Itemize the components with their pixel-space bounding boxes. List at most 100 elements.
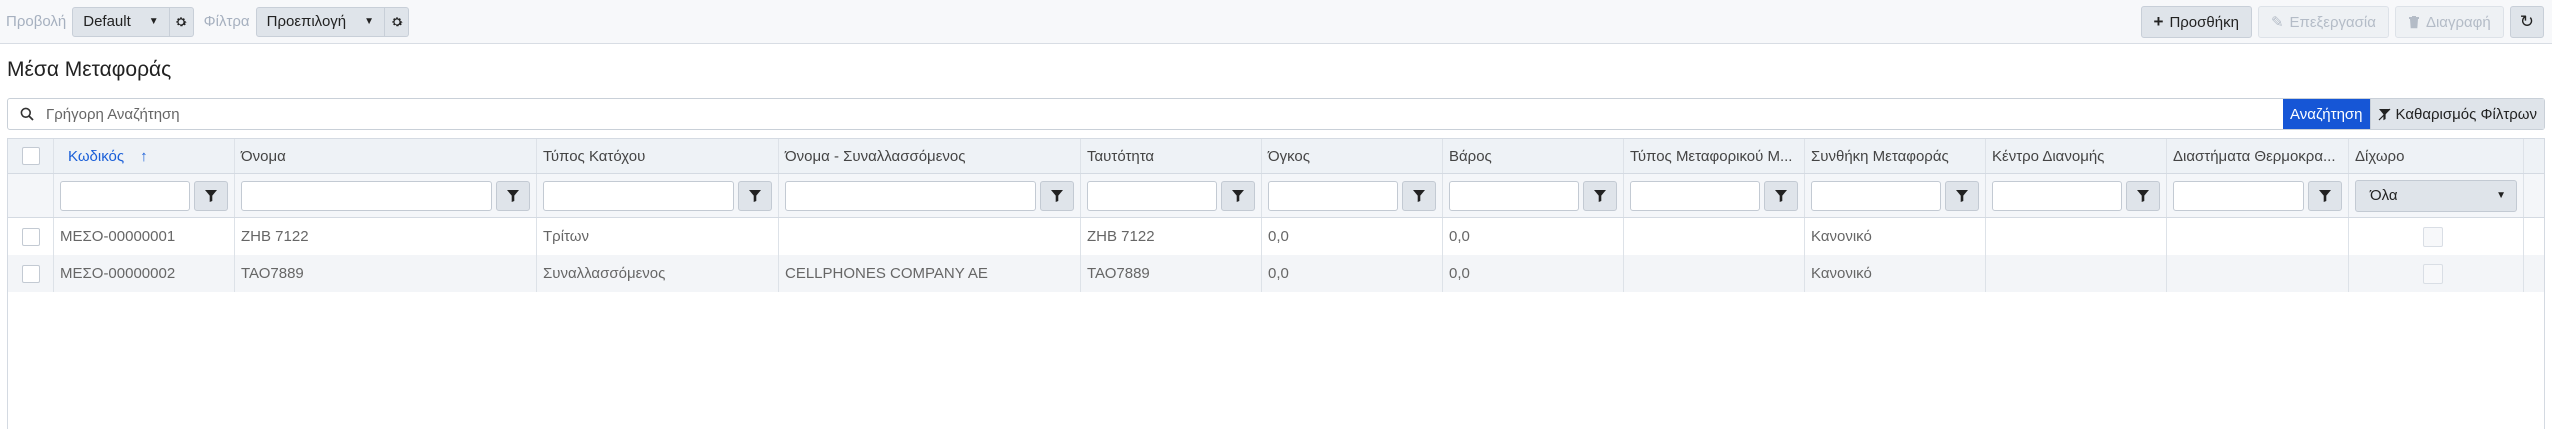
cell-name: ΖΗΒ 7122 [235, 218, 537, 255]
filter-select[interactable]: Προεπιλογή ▼ [255, 6, 386, 37]
cell-volume: 0,0 [1262, 255, 1443, 292]
filter-button-name[interactable] [496, 180, 530, 211]
filters-label: Φίλτρα [203, 13, 250, 30]
filter-button-volume[interactable] [1402, 180, 1436, 211]
column-header-owner-type[interactable]: Τύπος Κατόχου [537, 139, 779, 173]
funnel-icon [2319, 189, 2331, 202]
filter-input-identity[interactable] [1087, 180, 1217, 211]
column-header-temperature-ranges[interactable]: Διαστήματα Θερμοκρα... [2167, 139, 2349, 173]
filter-input-partner-name[interactable] [785, 180, 1036, 211]
filter-button-identity[interactable] [1221, 180, 1255, 211]
filter-button-partner-name[interactable] [1040, 180, 1074, 211]
select-all-cell [8, 139, 54, 173]
funnel-icon [1594, 189, 1606, 202]
filter-input-vehicle-type[interactable] [1630, 180, 1760, 211]
column-header-dixoro[interactable]: Δίχωρο [2349, 139, 2524, 173]
row-checkbox[interactable] [21, 227, 40, 246]
filter-input-name[interactable] [241, 180, 492, 211]
view-settings-button[interactable] [169, 6, 194, 37]
cell-weight: 0,0 [1443, 218, 1624, 255]
cell-partner-name: CELLPHONES COMPANY AE [779, 255, 1081, 292]
filter-settings-button[interactable] [385, 6, 410, 37]
filter-cell-weight [1443, 174, 1624, 217]
filter-select-dixoro[interactable]: Όλα ▼ [2355, 179, 2517, 212]
filter-cell-name [235, 174, 537, 217]
funnel-icon [205, 189, 217, 202]
filter-input-transport-condition[interactable] [1811, 180, 1941, 211]
quick-search-input[interactable] [46, 105, 2284, 123]
row-select-cell [8, 218, 54, 255]
funnel-icon [1956, 189, 1968, 202]
cell-distribution-center [1986, 255, 2167, 292]
filter-button-transport-condition[interactable] [1945, 180, 1979, 211]
cell-name: ΤΑΟ7889 [235, 255, 537, 292]
column-header-partner-name[interactable]: Όνομα - Συναλλασσόμενος [779, 139, 1081, 173]
cell-code: ΜΕΣΟ-00000002 [54, 255, 235, 292]
filter-input-code[interactable] [60, 180, 190, 211]
filter-input-distribution-center[interactable] [1992, 180, 2122, 211]
cell-dixoro [2349, 255, 2524, 292]
column-header-distribution-center[interactable]: Κέντρο Διανομής [1986, 139, 2167, 173]
dixoro-checkbox [2423, 226, 2443, 247]
filter-cell-empty [8, 174, 54, 217]
cell-vehicle-type [1624, 255, 1805, 292]
dixoro-checkbox [2423, 263, 2443, 284]
filter-input-temperature-ranges[interactable] [2173, 180, 2304, 211]
view-label: Προβολή [6, 13, 67, 30]
filter-cell-owner-type [537, 174, 779, 217]
filter-button-temperature-ranges[interactable] [2308, 180, 2342, 211]
clear-filters-button[interactable]: Καθαρισμός Φίλτρων [2369, 99, 2544, 129]
cell-identity: ΤΑΟ7889 [1081, 255, 1262, 292]
edit-button[interactable]: ✎ Επεξεργασία [2257, 6, 2389, 38]
row-checkbox[interactable] [21, 264, 40, 283]
filter-cell-partner-name [779, 174, 1081, 217]
column-header-code[interactable]: Κωδικός ↑ [54, 139, 235, 173]
column-header-name[interactable]: Όνομα [235, 139, 537, 173]
grid-header: Κωδικός ↑ Όνομα Τύπος Κατόχου Όνομα - Συ… [8, 139, 2544, 174]
cell-volume: 0,0 [1262, 218, 1443, 255]
filter-input-weight[interactable] [1449, 180, 1579, 211]
cell-owner-type: Τρίτων [537, 218, 779, 255]
column-header-weight[interactable]: Βάρος [1443, 139, 1624, 173]
view-select[interactable]: Default ▼ [72, 6, 170, 37]
funnel-icon [1232, 189, 1244, 202]
chevron-down-icon: ▼ [2496, 190, 2506, 201]
refresh-button[interactable]: ↻ [2509, 6, 2544, 38]
cell-owner-type: Συναλλασσόμενος [537, 255, 779, 292]
funnel-icon [749, 189, 761, 202]
column-header-transport-condition[interactable]: Συνθήκη Μεταφοράς [1805, 139, 1986, 173]
search-icon [8, 107, 46, 121]
filter-button-owner-type[interactable] [738, 180, 772, 211]
filter-input-owner-type[interactable] [543, 180, 734, 211]
column-header-volume[interactable]: Όγκος [1262, 139, 1443, 173]
transport-means-grid: Κωδικός ↑ Όνομα Τύπος Κατόχου Όνομα - Συ… [7, 138, 2545, 429]
add-button[interactable]: + Προσθήκη [2140, 6, 2252, 38]
filter-cell-distribution-center [1986, 174, 2167, 217]
cell-transport-condition: Κανονικό [1805, 218, 1986, 255]
cell-vehicle-type [1624, 218, 1805, 255]
quick-search-bar: Αναζήτηση Καθαρισμός Φίλτρων [7, 98, 2545, 130]
search-button[interactable]: Αναζήτηση [2283, 99, 2370, 129]
filter-button-distribution-center[interactable] [2126, 180, 2160, 211]
table-row[interactable]: ΜΕΣΟ-00000002 ΤΑΟ7889 Συναλλασσόμενος CE… [8, 255, 2544, 292]
column-header-vehicle-type[interactable]: Τύπος Μεταφορικού Μ... [1624, 139, 1805, 173]
column-header-identity[interactable]: Ταυτότητα [1081, 139, 1262, 173]
filter-input-volume[interactable] [1268, 180, 1398, 211]
funnel-icon [1051, 189, 1063, 202]
table-row[interactable]: ΜΕΣΟ-00000001 ΖΗΒ 7122 Τρίτων ΖΗΒ 7122 0… [8, 218, 2544, 255]
refresh-icon: ↻ [2519, 12, 2534, 31]
filter-cell-vehicle-type [1624, 174, 1805, 217]
filter-button-code[interactable] [194, 180, 228, 211]
cell-identity: ΖΗΒ 7122 [1081, 218, 1262, 255]
pencil-icon: ✎ [2270, 14, 2284, 31]
delete-button-label: Διαγραφή [2425, 13, 2491, 31]
select-all-checkbox[interactable] [21, 147, 40, 165]
filter-select-value: Προεπιλογή [266, 13, 347, 30]
plus-icon: + [2153, 12, 2164, 31]
filter-button-weight[interactable] [1583, 180, 1617, 211]
trash-icon [2408, 16, 2419, 29]
filter-button-vehicle-type[interactable] [1764, 180, 1798, 211]
chevron-down-icon: ▼ [364, 16, 375, 27]
delete-button[interactable]: Διαγραφή [2394, 6, 2504, 38]
record-actions: + Προσθήκη ✎ Επεξεργασία Διαγραφή ↻ [2140, 6, 2544, 38]
